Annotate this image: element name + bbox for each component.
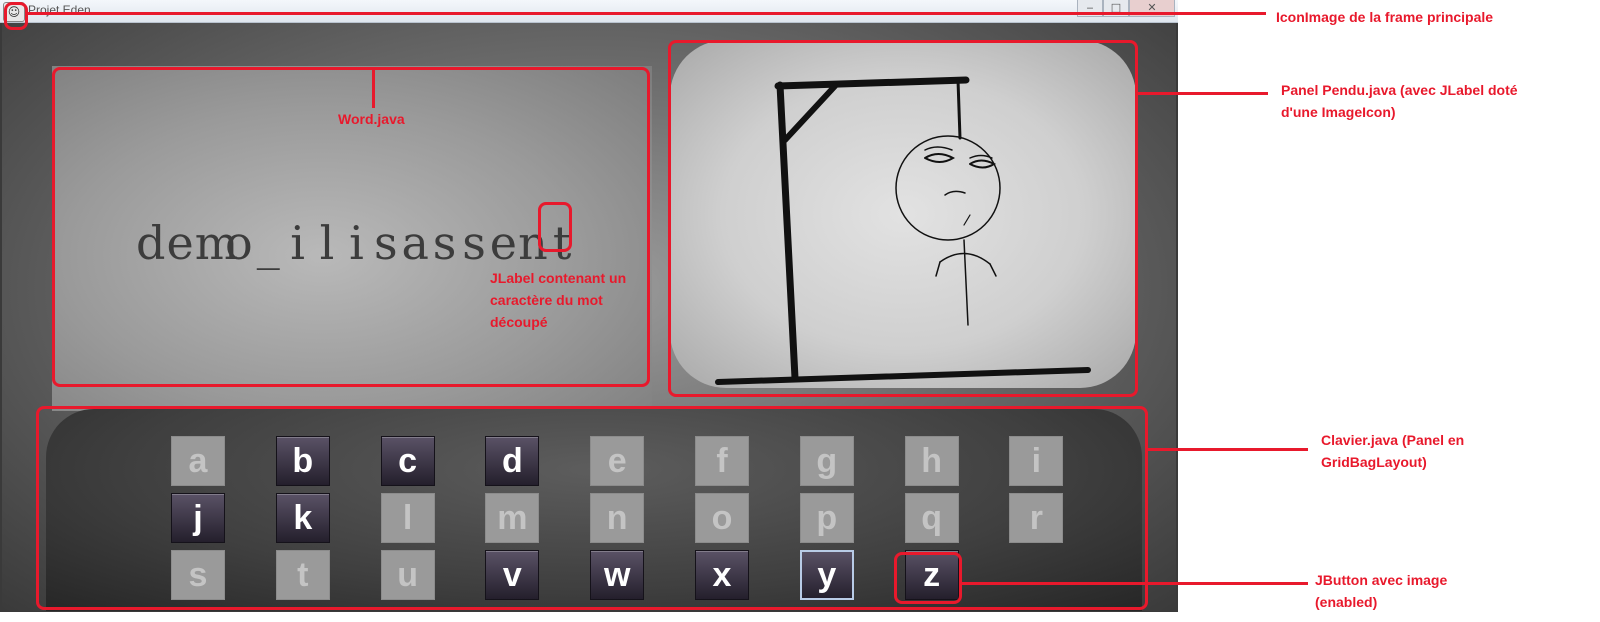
annotation-clavier: Clavier.java (Panel en GridBagLayout) [1321,429,1464,473]
annotation-pendu: Panel Pendu.java (avec JLabel doté d'une… [1281,79,1518,123]
annotation-line-icon [28,12,1266,15]
annotation-pendu-line2: d'une ImageIcon) [1281,104,1396,120]
annotation-box-clavier [36,406,1148,610]
annotation-line-pendu [1138,92,1268,95]
annotation-jlabel: JLabel contenant un caractère du mot déc… [490,267,626,333]
annotation-word: Word.java [338,111,405,127]
annotation-box-icon [4,2,28,30]
annotation-box-jlabel [538,202,572,252]
annotation-jlabel-line2: caractère du mot [490,292,603,308]
annotation-pendu-line1: Panel Pendu.java (avec JLabel doté [1281,82,1518,98]
annotation-jbutton-line1: JButton avec image [1315,572,1448,588]
annotation-line-word [372,70,375,108]
annotation-line-jbutton [962,582,1308,585]
annotation-jlabel-line1: JLabel contenant un [490,270,627,286]
annotation-box-jbutton [894,552,962,604]
annotation-jbutton-line2: (enabled) [1315,594,1378,610]
annotation-jlabel-line3: découpé [490,314,548,330]
annotation-jbutton: JButton avec image (enabled) [1315,569,1447,613]
annotation-clavier-line1: Clavier.java (Panel en [1321,432,1465,448]
annotation-iconimage: IconImage de la frame principale [1276,9,1494,25]
annotation-clavier-line2: GridBagLayout) [1321,454,1427,470]
annotation-box-pendu [668,40,1138,397]
annotation-line-clavier [1148,448,1308,451]
